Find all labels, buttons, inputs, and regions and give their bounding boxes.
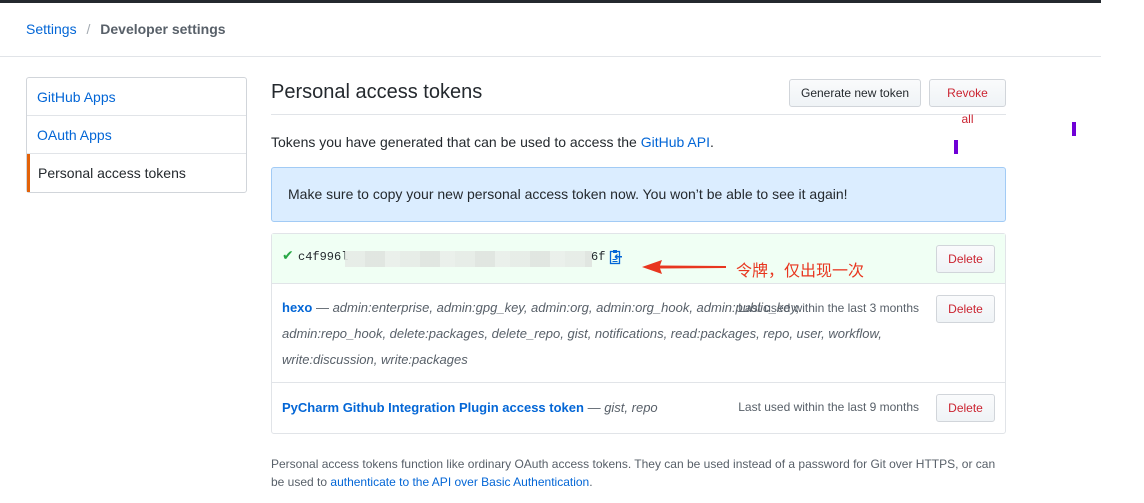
clipboard-icon[interactable]: [609, 249, 623, 265]
sidebar-item-github-apps[interactable]: GitHub Apps: [27, 78, 246, 116]
token-value-prefix[interactable]: c4f996l: [298, 250, 348, 264]
flash-notice: Make sure to copy your new personal acce…: [271, 167, 1006, 222]
footnote-end: .: [589, 475, 593, 489]
token-value-redacted: [345, 251, 592, 267]
new-token-row: ✔ c4f996l 6f Delete: [272, 234, 1005, 284]
check-icon: ✔: [282, 247, 294, 263]
delete-new-token-button[interactable]: Delete: [936, 245, 995, 273]
annotation-label: 令牌，仅出现一次: [736, 261, 865, 280]
breadcrumb-separator: /: [86, 21, 91, 37]
footnote-text: Personal access tokens function like ord…: [271, 455, 1006, 491]
token-row-pycharm: PyCharm Github Integration Plugin access…: [272, 383, 1005, 433]
breadcrumb-current: Developer settings: [100, 21, 226, 37]
page-heading: Personal access tokens Generate new toke…: [271, 77, 1006, 126]
delete-token-button[interactable]: Delete: [936, 394, 995, 422]
basic-auth-link[interactable]: authenticate to the API over Basic Authe…: [330, 475, 589, 489]
breadcrumb-settings-link[interactable]: Settings: [26, 21, 77, 37]
token-dash: —: [583, 400, 605, 415]
purple-mark: [1072, 122, 1076, 136]
token-dash: —: [312, 300, 333, 315]
token-name-link[interactable]: PyCharm Github Integration Plugin access…: [282, 400, 584, 415]
token-last-used: Last used within the last 3 months: [738, 301, 919, 315]
top-bar: [0, 0, 1101, 3]
token-list: ✔ c4f996l 6f Delete hexo — admin:enterpr…: [271, 233, 1006, 434]
annotation-arrow-icon: [642, 260, 726, 274]
token-row-hexo: hexo — admin:enterprise, admin:gpg_key, …: [272, 284, 1005, 383]
purple-mark: [954, 140, 958, 154]
intro-text-body: Tokens you have generated that can be us…: [271, 134, 641, 150]
token-name-link[interactable]: hexo: [282, 300, 312, 315]
token-scopes: gist, repo: [604, 400, 658, 415]
sidebar-item-oauth-apps[interactable]: OAuth Apps: [27, 116, 246, 154]
page-title: Personal access tokens: [271, 81, 483, 103]
breadcrumb: Settings / Developer settings: [26, 21, 226, 37]
header-divider: [0, 56, 1101, 57]
token-last-used: Last used within the last 9 months: [738, 400, 919, 414]
github-api-link[interactable]: GitHub API: [641, 134, 710, 150]
intro-text-end: .: [709, 134, 714, 150]
token-value-suffix[interactable]: 6f: [591, 250, 605, 264]
generate-new-token-button[interactable]: Generate new token: [789, 79, 922, 107]
delete-token-button[interactable]: Delete: [936, 295, 995, 323]
main-content: Personal access tokens Generate new toke…: [271, 77, 1006, 434]
revoke-all-button[interactable]: Revoke all: [929, 79, 1006, 126]
intro-text: Tokens you have generated that can be us…: [271, 134, 1006, 150]
sidebar-nav: GitHub Apps OAuth Apps Personal access t…: [26, 77, 247, 193]
sidebar-item-personal-access-tokens[interactable]: Personal access tokens: [27, 154, 246, 192]
